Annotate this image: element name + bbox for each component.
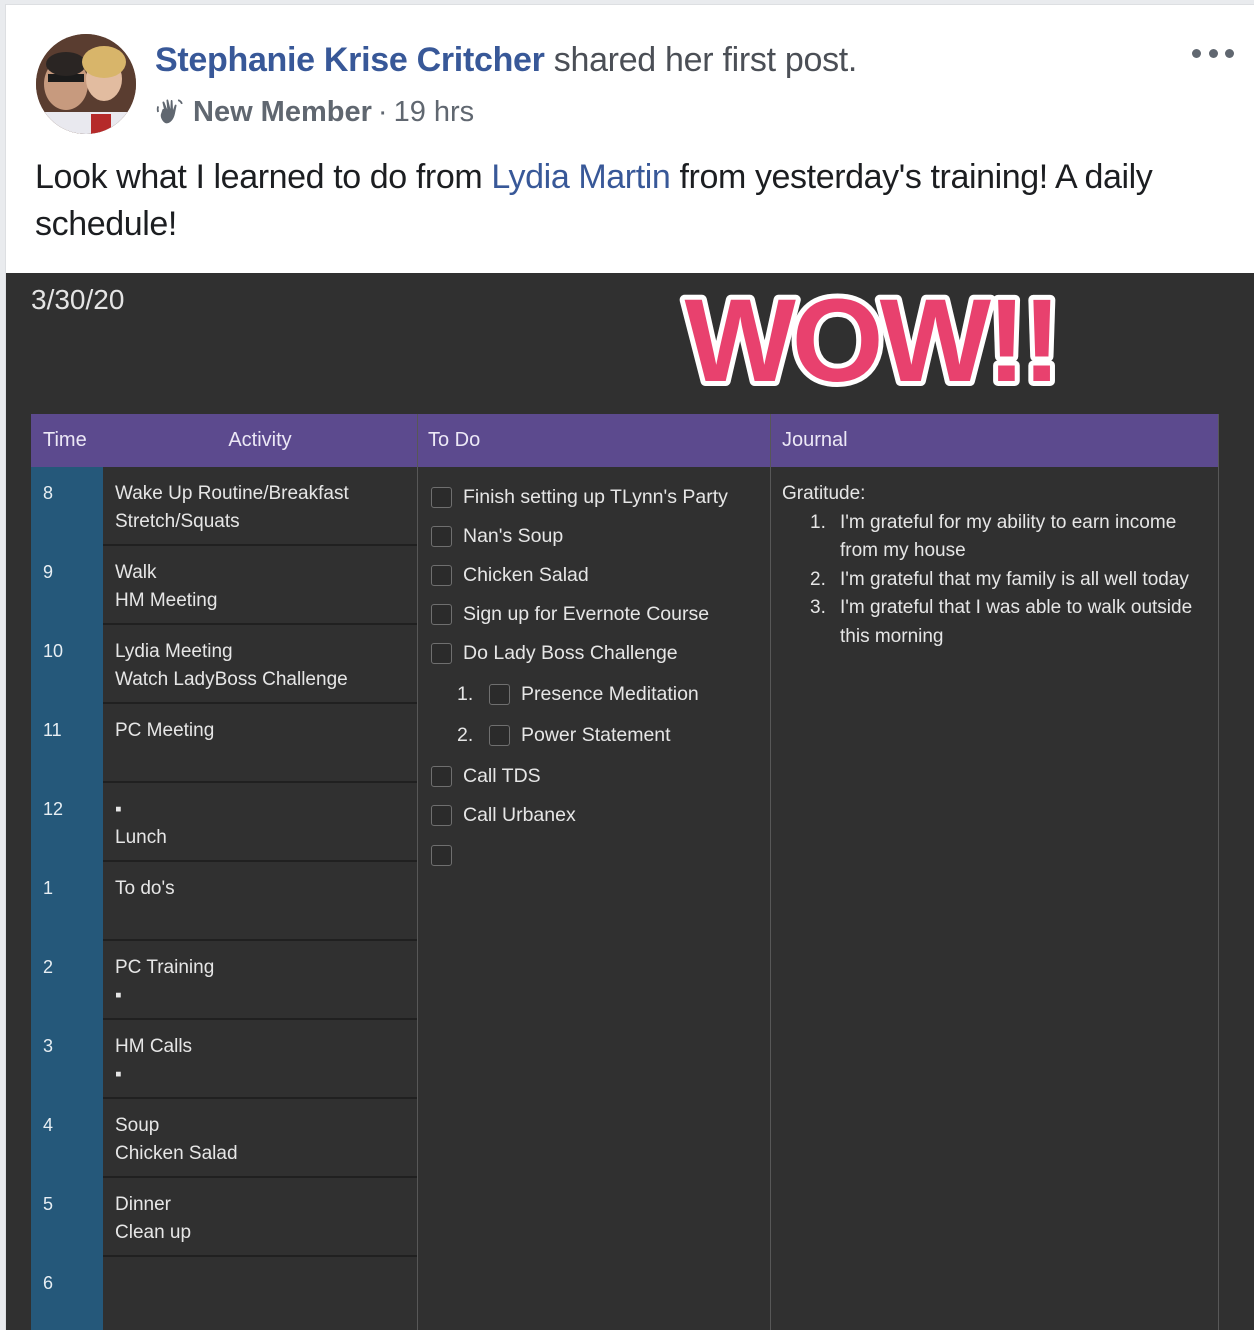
time-cell: 6 (43, 1273, 54, 1293)
header-time: Time (31, 414, 103, 467)
time-cell: 5 (43, 1194, 54, 1214)
author-name-link[interactable]: Stephanie Krise Critcher (155, 41, 545, 79)
todo-item: Call TDS (431, 763, 541, 789)
schedule-row: 3 HM Calls ▪ (31, 1020, 417, 1099)
time-cell: 1 (43, 878, 54, 898)
todo-label: Power Statement (521, 723, 671, 746)
activity-cell: Walk HM Meeting (115, 562, 218, 611)
activity-cell: Lydia Meeting Watch LadyBoss Challenge (115, 641, 348, 690)
gratitude-item: 2. I'm grateful that my family is all wel… (810, 568, 1189, 590)
wow-text: WOW!! (684, 275, 1057, 403)
todo-item: 2. Power Statement (431, 722, 671, 748)
header-todo: To Do (417, 414, 770, 467)
journal-heading: Gratitude: (782, 483, 866, 504)
time-cell: 10 (43, 641, 64, 661)
schedule-row: 5 Dinner Clean up (31, 1178, 417, 1257)
todo-label: Finish setting up TLynn's Party (463, 485, 728, 508)
todo-checkbox[interactable] (431, 603, 452, 625)
todo-label: Presence Meditation (521, 682, 699, 705)
todo-checkbox[interactable] (431, 486, 452, 508)
todo-label: Chicken Salad (463, 563, 589, 586)
time-cell: 12 (43, 799, 64, 819)
todo-subitem-number: 2. (457, 723, 474, 746)
ellipsis-icon (1192, 48, 1201, 58)
shared-image[interactable]: 3/30/20 WOW!! Time Activity To Do Journa… (6, 273, 1254, 1330)
todo-item: Finish setting up TLynn's Party (431, 484, 728, 510)
schedule-table: Time Activity To Do Journal 8 Wake Up Rou… (31, 414, 1219, 1330)
time-cell: 9 (43, 562, 54, 582)
schedule-date: 3/30/20 (31, 284, 125, 315)
time-cell: 11 (43, 720, 62, 740)
schedule-row: 2 PC Training ▪ (31, 941, 417, 1020)
post-action-text: shared her first post. (544, 41, 858, 79)
todo-checkbox[interactable] (431, 804, 452, 826)
todo-item: Chicken Salad (431, 562, 589, 588)
todo-checkbox[interactable] (431, 564, 452, 586)
post-timestamp[interactable]: 19 hrs (394, 93, 475, 131)
todo-label: Do Lady Boss Challenge (463, 641, 678, 664)
time-cell: 4 (43, 1115, 54, 1135)
todo-item: Do Lady Boss Challenge (431, 640, 678, 666)
column-divider (1218, 414, 1219, 1330)
todo-item: 1. Presence Meditation (431, 681, 699, 707)
gratitude-item: 3. I'm grateful that I was able to walk o… (810, 597, 1193, 647)
todo-label: Nan's Soup (463, 524, 564, 547)
column-divider (417, 414, 418, 1330)
activity-cell: ▪ Lunch (115, 799, 167, 848)
todo-label: Sign up for Evernote Course (463, 602, 710, 625)
todo-item: Sign up for Evernote Course (431, 601, 709, 627)
mention-link[interactable]: Lydia Martin (491, 158, 671, 196)
activity-cell: PC Training ▪ (115, 957, 215, 1006)
todo-checkbox[interactable] (431, 765, 452, 787)
time-cell: 8 (43, 483, 54, 503)
activity-cell: Wake Up Routine/Breakfast Stretch/Squats (115, 483, 349, 532)
todo-checkbox[interactable] (489, 724, 510, 746)
todo-label: Call Urbanex (463, 803, 576, 826)
schedule-row: 4 Soup Chicken Salad (31, 1099, 417, 1178)
todo-label: Call TDS (463, 764, 541, 787)
schedule-row: 8 Wake Up Routine/Breakfast Stretch/Squats (31, 467, 417, 546)
todo-item (431, 842, 463, 868)
post-body: Look what I learned to do from Lydia Mar… (35, 158, 1153, 243)
header-journal: Journal (770, 414, 1219, 467)
schedule-row: 11 PC Meeting (31, 704, 417, 783)
more-options-button[interactable] (1188, 36, 1238, 70)
activity-cell: Soup Chicken Salad (115, 1115, 238, 1164)
todo-item: Call Urbanex (431, 802, 576, 828)
schedule-row: 12 ▪ Lunch (31, 783, 417, 862)
time-cell: 3 (43, 1036, 54, 1056)
activity-cell: PC Meeting (115, 720, 215, 741)
schedule-row: 6 (31, 1257, 417, 1330)
schedule-row: 1 To do's (31, 862, 417, 941)
activity-cell: HM Calls ▪ (115, 1036, 193, 1085)
post-header: Stephanie Krise Critcher shared her firs… (155, 40, 857, 80)
todo-checkbox[interactable] (431, 525, 452, 547)
journal-entry: Gratitude: 1. I'm grateful for my ability… (782, 480, 1212, 651)
todo-item: Nan's Soup (431, 523, 563, 549)
todo-checkbox[interactable] (489, 683, 510, 705)
waving-hand-icon (156, 99, 183, 124)
activity-cell: Dinner Clean up (115, 1194, 192, 1243)
todo-subitem-number: 1. (457, 682, 474, 705)
activity-cell: To do's (115, 878, 175, 899)
post-meta: New Member · 19 hrs (155, 93, 474, 131)
header-activity: Activity (103, 414, 417, 467)
meta-separator: · (377, 96, 388, 128)
gratitude-item: 1. I'm grateful for my ability to earn in… (810, 511, 1177, 562)
author-avatar[interactable] (36, 34, 136, 134)
column-divider (770, 414, 771, 1330)
time-cell: 2 (43, 957, 54, 977)
gratitude-list: 1. I'm grateful for my ability to earn in… (782, 509, 1212, 652)
schedule-row: 9 Walk HM Meeting (31, 546, 417, 625)
wow-overlay: WOW!! (679, 273, 1066, 403)
todo-checkbox[interactable] (431, 642, 452, 664)
schedule-row: 10 Lydia Meeting Watch LadyBoss Challenge (31, 625, 417, 704)
member-badge[interactable]: New Member (193, 93, 372, 131)
todo-checkbox[interactable] (431, 844, 452, 866)
